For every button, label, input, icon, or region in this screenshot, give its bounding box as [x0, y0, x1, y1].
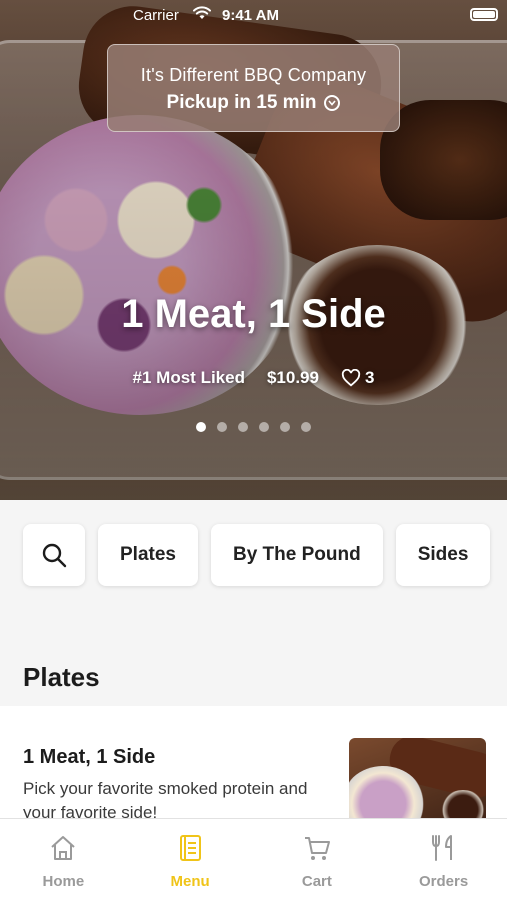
tab-menu[interactable]: Menu — [127, 819, 254, 900]
carousel-dot[interactable] — [217, 422, 227, 432]
carousel-dot[interactable] — [301, 422, 311, 432]
hero-meta: #1 Most Liked $10.99 3 — [0, 368, 507, 388]
most-liked-badge: #1 Most Liked — [132, 368, 245, 387]
category-chip-by-the-pound[interactable]: By The Pound — [210, 524, 383, 586]
menu-item-name: 1 Meat, 1 Side — [23, 746, 156, 768]
heart-icon — [341, 369, 361, 387]
hero-likes: 3 — [341, 368, 374, 388]
carousel-pagination[interactable] — [0, 422, 507, 432]
carousel-dot[interactable] — [259, 422, 269, 432]
menu-item-card[interactable]: 1 Meat, 1 Side Pick your favorite smoked… — [0, 706, 507, 836]
tab-orders[interactable]: Orders — [380, 819, 507, 900]
category-chip-plates[interactable]: Plates — [98, 524, 198, 586]
section-title: Plates — [23, 662, 100, 692]
tab-cart[interactable]: Cart — [254, 819, 381, 900]
carousel-dot[interactable] — [196, 422, 206, 432]
menu-item-image — [349, 738, 486, 828]
hero-price: $10.99 — [266, 368, 319, 387]
category-chips: Plates By The Pound Sides — [23, 524, 491, 586]
app-screen: Carrier 9:41 AM It's Different BBQ Compa… — [0, 0, 507, 900]
status-time: 9:41 AM — [222, 7, 279, 24]
pickup-time-selector[interactable]: Pickup in 15 min — [108, 92, 399, 114]
chevron-down-icon — [324, 95, 341, 111]
hero-banner[interactable]: Carrier 9:41 AM It's Different BBQ Compa… — [0, 0, 507, 500]
carousel-dot[interactable] — [280, 422, 290, 432]
tab-home-label: Home — [42, 873, 85, 890]
tab-cart-label: Cart — [301, 873, 332, 890]
carrier-label: Carrier — [133, 7, 179, 24]
menu-icon — [180, 835, 202, 861]
store-name: It's Different BBQ Company — [140, 65, 367, 85]
pickup-time-label: Pickup in 15 min — [166, 92, 317, 113]
status-bar: Carrier 9:41 AM — [0, 0, 507, 30]
orders-icon — [431, 835, 452, 861]
home-icon — [51, 836, 76, 860]
wifi-icon — [193, 6, 211, 19]
category-chip-sides[interactable]: Sides — [395, 524, 491, 586]
search-icon — [42, 543, 67, 568]
search-button[interactable] — [23, 524, 85, 586]
tab-bar: Home Menu Cart Orders — [0, 818, 507, 900]
carousel-dot[interactable] — [238, 422, 248, 432]
tab-home[interactable]: Home — [0, 819, 127, 900]
battery-icon — [470, 8, 498, 21]
store-pickup-card[interactable]: It's Different BBQ Company Pickup in 15 … — [107, 44, 400, 132]
cart-icon — [304, 837, 330, 860]
hero-title: 1 Meat, 1 Side — [121, 292, 386, 336]
likes-count: 3 — [364, 368, 375, 387]
tab-menu-label: Menu — [170, 873, 210, 890]
tab-orders-label: Orders — [419, 873, 469, 890]
